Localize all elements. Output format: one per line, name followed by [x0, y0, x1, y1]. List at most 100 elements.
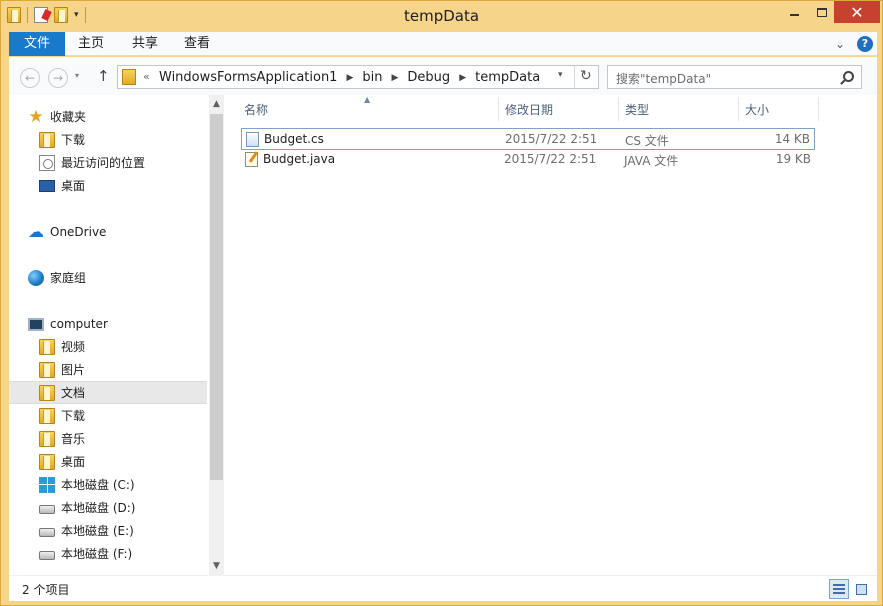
sidebar-item-label: 下载 — [61, 409, 86, 423]
scroll-down-arrow-icon[interactable]: ▼ — [209, 558, 224, 574]
scrollbar-thumb[interactable] — [210, 114, 223, 480]
sidebar-item-homegroup[interactable]: 家庭组 — [9, 266, 207, 289]
sidebar-item-pictures[interactable]: 图片 — [9, 358, 207, 381]
navigation-pane: ★ 收藏夹 下载 最近访问的位置 桌面 ☁ OneDrive 家庭组 compu… — [9, 95, 209, 575]
navigation-bar: ← → ▾ ↑ « WindowsFormsApplication1 ▶ bin… — [9, 57, 877, 95]
sidebar-item-label: 视频 — [61, 340, 86, 354]
sidebar-item-label: computer — [50, 316, 108, 331]
tab-share[interactable]: 共享 — [125, 32, 165, 56]
sort-ascending-icon: ▲ — [364, 95, 371, 104]
tab-view[interactable]: 查看 — [177, 32, 217, 56]
sidebar-item-label: 文档 — [61, 386, 86, 400]
column-header-modified[interactable]: 修改日期 — [505, 101, 553, 119]
sidebar-item-drive-d[interactable]: 本地磁盘 (D:) — [9, 496, 207, 519]
navigation-scrollbar[interactable]: ▲ ▼ — [209, 95, 224, 575]
sidebar-item-label: 最近访问的位置 — [61, 156, 146, 170]
sidebar-item-label: 图片 — [61, 363, 86, 377]
breadcrumb-item[interactable]: bin — [362, 70, 382, 85]
sidebar-item-documents[interactable]: 文档 — [9, 381, 207, 404]
file-list: ▲ 名称 修改日期 类型 大小 Budget.cs 2015/7/22 2:51… — [238, 95, 877, 575]
large-icons-view-button[interactable] — [851, 579, 871, 599]
sidebar-item-desktop[interactable]: 桌面 — [9, 174, 207, 197]
breadcrumb-separator-icon[interactable]: ▶ — [459, 73, 466, 83]
file-name: Budget.cs — [264, 132, 324, 146]
computer-icon — [28, 318, 44, 331]
videos-folder-icon — [39, 338, 55, 355]
breadcrumb-separator-icon[interactable]: ▶ — [392, 73, 399, 83]
close-button[interactable]: ✕ — [834, 1, 880, 23]
breadcrumb-separator-icon[interactable]: ▶ — [346, 73, 353, 83]
content-area: ★ 收藏夹 下载 最近访问的位置 桌面 ☁ OneDrive 家庭组 compu… — [9, 95, 877, 575]
file-name: Budget.java — [263, 152, 336, 166]
hard-drive-icon — [39, 551, 55, 560]
sidebar-item-music[interactable]: 音乐 — [9, 427, 207, 450]
file-row[interactable]: Budget.java 2015/7/22 2:51 JAVA 文件 19 KB — [241, 149, 815, 171]
file-type: JAVA 文件 — [624, 154, 679, 168]
recent-places-icon — [39, 154, 55, 171]
sidebar-item-onedrive[interactable]: ☁ OneDrive — [9, 220, 207, 243]
column-divider[interactable] — [818, 97, 819, 121]
onedrive-cloud-icon: ☁ — [28, 221, 44, 241]
downloads-folder-icon — [39, 407, 55, 424]
sidebar-item-label: 收藏夹 — [50, 110, 87, 124]
explorer-window: ▾ tempData ✕ 文件 主页 共享 查看 ⌄ ? ← → ▾ ↑ « W… — [0, 0, 883, 606]
maximize-button[interactable] — [809, 1, 835, 23]
minimize-icon — [789, 14, 799, 16]
sidebar-item-label: 音乐 — [61, 432, 86, 446]
back-button[interactable]: ← — [20, 68, 40, 88]
sidebar-item-drive-f[interactable]: 本地磁盘 (F:) — [9, 542, 207, 565]
column-divider[interactable] — [738, 97, 739, 121]
desktop-folder-icon — [39, 453, 55, 470]
sidebar-item-desktop[interactable]: 桌面 — [9, 450, 207, 473]
sidebar-item-label: 本地磁盘 (E:) — [61, 524, 134, 538]
search-icon[interactable] — [843, 71, 854, 82]
close-icon: ✕ — [850, 2, 864, 22]
item-count: 2 个项目 — [22, 583, 70, 597]
sidebar-item-computer[interactable]: computer — [9, 312, 207, 335]
hard-drive-icon — [39, 528, 55, 537]
address-divider — [574, 66, 575, 88]
tab-home[interactable]: 主页 — [71, 32, 111, 56]
up-button[interactable]: ↑ — [97, 67, 110, 85]
column-divider[interactable] — [498, 97, 499, 121]
large-icons-view-icon — [856, 584, 867, 595]
column-header-type[interactable]: 类型 — [625, 101, 649, 119]
refresh-button[interactable]: ↻ — [580, 68, 592, 84]
breadcrumb-overflow[interactable]: « — [143, 70, 150, 83]
scroll-up-arrow-icon[interactable]: ▲ — [209, 96, 224, 112]
sidebar-item-label: 本地磁盘 (D:) — [61, 501, 136, 515]
column-header-name[interactable]: 名称 — [244, 101, 268, 119]
java-file-icon — [245, 152, 258, 167]
search-input[interactable]: 搜索"tempData" — [607, 65, 862, 89]
sidebar-item-recent[interactable]: 最近访问的位置 — [9, 151, 207, 174]
sidebar-item-label: 下载 — [61, 133, 86, 147]
sidebar-item-drive-e[interactable]: 本地磁盘 (E:) — [9, 519, 207, 542]
tab-file[interactable]: 文件 — [9, 32, 65, 56]
sidebar-item-favorites[interactable]: ★ 收藏夹 — [9, 105, 207, 128]
expand-ribbon-chevron-icon[interactable]: ⌄ — [835, 37, 845, 51]
sidebar-item-drive-c[interactable]: 本地磁盘 (C:) — [9, 473, 207, 496]
breadcrumb-item[interactable]: WindowsFormsApplication1 — [159, 70, 337, 85]
column-divider[interactable] — [618, 97, 619, 121]
sidebar-item-videos[interactable]: 视频 — [9, 335, 207, 358]
address-bar[interactable]: « WindowsFormsApplication1 ▶ bin ▶ Debug… — [117, 65, 599, 89]
sidebar-item-label: 家庭组 — [50, 271, 87, 285]
minimize-button[interactable] — [781, 1, 807, 23]
sidebar-item-label: OneDrive — [50, 224, 107, 239]
folder-icon — [122, 69, 136, 85]
sidebar-item-downloads[interactable]: 下载 — [9, 404, 207, 427]
downloads-folder-icon — [39, 131, 55, 148]
breadcrumb-item[interactable]: Debug — [407, 70, 450, 85]
recent-locations-dropdown-icon[interactable]: ▾ — [75, 71, 79, 80]
file-row[interactable]: Budget.cs 2015/7/22 2:51 CS 文件 14 KB — [241, 128, 815, 150]
sidebar-item-downloads[interactable]: 下载 — [9, 128, 207, 151]
help-icon[interactable]: ? — [857, 36, 873, 52]
cs-file-icon — [246, 132, 259, 147]
breadcrumb-item[interactable]: tempData — [475, 70, 540, 85]
address-history-dropdown-icon[interactable]: ▾ — [558, 70, 563, 80]
details-view-button[interactable] — [829, 579, 849, 599]
column-header-size[interactable]: 大小 — [745, 101, 769, 119]
window-title: tempData — [403, 7, 480, 25]
system-drive-icon — [39, 476, 55, 493]
forward-button[interactable]: → — [48, 68, 68, 88]
